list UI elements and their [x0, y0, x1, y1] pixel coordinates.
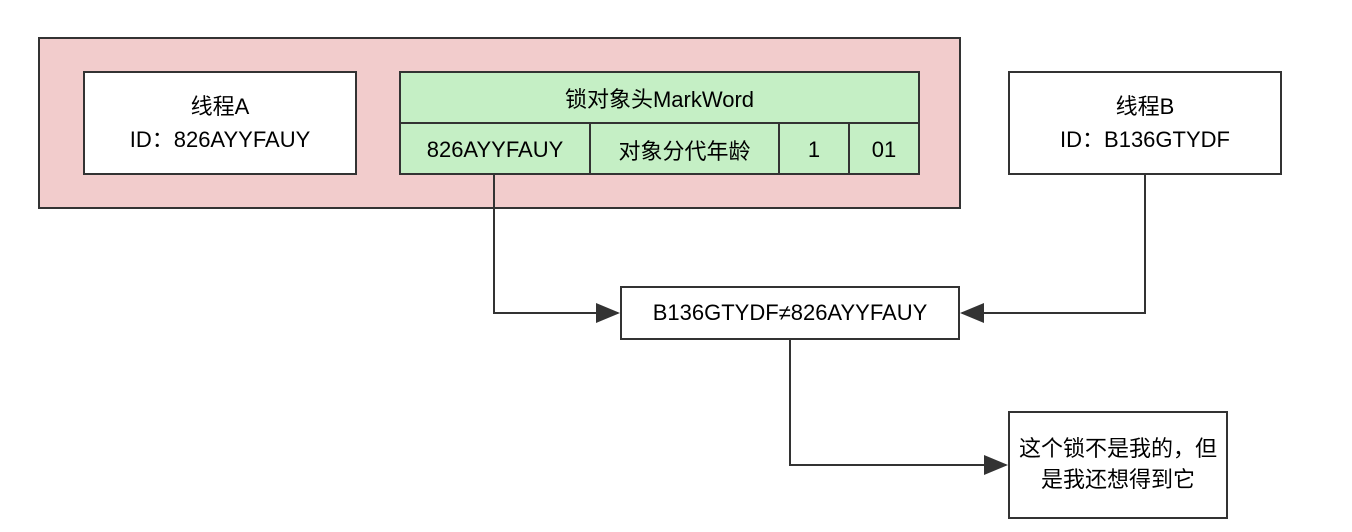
thread-a-id: ID：826AYYFAUY	[130, 123, 311, 156]
markword-lock-tag: 01	[850, 124, 918, 175]
markword-thread-id: 826AYYFAUY	[401, 124, 591, 175]
thread-b-box: 线程B ID：B136GTYDF	[1008, 71, 1282, 175]
compare-text: B136GTYDF≠826AYYFAUY	[653, 300, 928, 326]
diagram-canvas: 线程A ID：826AYYFAUY 锁对象头MarkWord 826AYYFAU…	[0, 0, 1352, 532]
arrow-threadb-to-compare	[962, 175, 1145, 313]
result-text: 这个锁不是我的，但是我还想得到它	[1014, 434, 1222, 496]
markword-biased-flag: 1	[780, 124, 850, 175]
thread-a-title: 线程A	[191, 90, 250, 123]
markword-header: 锁对象头MarkWord	[401, 73, 918, 124]
thread-b-title: 线程B	[1116, 90, 1175, 123]
result-box: 这个锁不是我的，但是我还想得到它	[1008, 411, 1228, 519]
arrow-compare-to-result	[790, 340, 1006, 465]
compare-box: B136GTYDF≠826AYYFAUY	[620, 286, 960, 340]
thread-a-box: 线程A ID：826AYYFAUY	[83, 71, 357, 175]
thread-b-id: ID：B136GTYDF	[1060, 123, 1230, 156]
markword-row: 826AYYFAUY 对象分代年龄 1 01	[401, 124, 918, 175]
markword-box: 锁对象头MarkWord 826AYYFAUY 对象分代年龄 1 01	[399, 71, 920, 175]
markword-age: 对象分代年龄	[591, 124, 780, 175]
